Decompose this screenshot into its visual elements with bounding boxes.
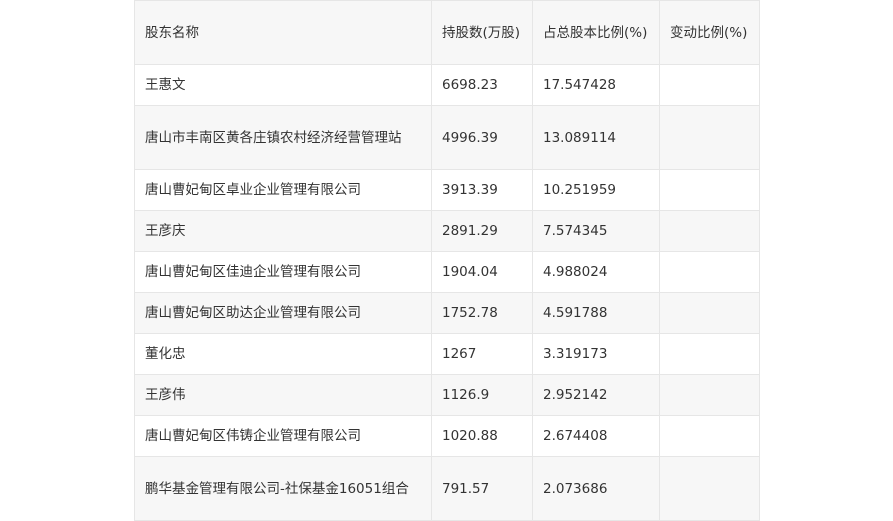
cell-ratio: 4.988024 (532, 251, 660, 293)
cell-change (659, 210, 760, 252)
cell-shares: 1267 (431, 333, 533, 375)
cell-change (659, 64, 760, 106)
shareholder-table: 股东名称 持股数(万股) 占总股本比例(%) 变动比例(%) 王惠文 6698.… (134, 0, 760, 521)
table-row: 唐山曹妃甸区伟铸企业管理有限公司 1020.88 2.674408 (134, 415, 760, 457)
cell-shareholder-name: 王彦庆 (134, 210, 432, 252)
cell-ratio: 2.073686 (532, 456, 660, 521)
cell-change (659, 105, 760, 170)
cell-change (659, 292, 760, 334)
table-row: 唐山曹妃甸区佳迪企业管理有限公司 1904.04 4.988024 (134, 251, 760, 293)
table-header-row: 股东名称 持股数(万股) 占总股本比例(%) 变动比例(%) (134, 0, 760, 65)
cell-shareholder-name: 鹏华基金管理有限公司-社保基金16051组合 (134, 456, 432, 521)
header-ratio: 占总股本比例(%) (532, 0, 660, 65)
cell-shares: 2891.29 (431, 210, 533, 252)
table-row: 唐山市丰南区黄各庄镇农村经济经营管理站 4996.39 13.089114 (134, 105, 760, 170)
table-row: 王彦伟 1126.9 2.952142 (134, 374, 760, 416)
cell-change (659, 333, 760, 375)
cell-shareholder-name: 王彦伟 (134, 374, 432, 416)
cell-shareholder-name: 唐山曹妃甸区佳迪企业管理有限公司 (134, 251, 432, 293)
shareholder-table-container: 股东名称 持股数(万股) 占总股本比例(%) 变动比例(%) 王惠文 6698.… (134, 0, 760, 521)
cell-change (659, 456, 760, 521)
cell-shares: 1752.78 (431, 292, 533, 334)
cell-ratio: 4.591788 (532, 292, 660, 334)
cell-shareholder-name: 董化忠 (134, 333, 432, 375)
cell-shareholder-name: 唐山曹妃甸区卓业企业管理有限公司 (134, 169, 432, 211)
cell-shares: 1904.04 (431, 251, 533, 293)
cell-ratio: 17.547428 (532, 64, 660, 106)
table-row: 董化忠 1267 3.319173 (134, 333, 760, 375)
cell-ratio: 10.251959 (532, 169, 660, 211)
table-row: 鹏华基金管理有限公司-社保基金16051组合 791.57 2.073686 (134, 456, 760, 521)
table-row: 唐山曹妃甸区助达企业管理有限公司 1752.78 4.591788 (134, 292, 760, 334)
header-change: 变动比例(%) (659, 0, 760, 65)
table-row: 王彦庆 2891.29 7.574345 (134, 210, 760, 252)
cell-ratio: 13.089114 (532, 105, 660, 170)
cell-shares: 791.57 (431, 456, 533, 521)
table-row: 唐山曹妃甸区卓业企业管理有限公司 3913.39 10.251959 (134, 169, 760, 211)
cell-ratio: 2.674408 (532, 415, 660, 457)
header-shareholder-name: 股东名称 (134, 0, 432, 65)
cell-shareholder-name: 唐山市丰南区黄各庄镇农村经济经营管理站 (134, 105, 432, 170)
cell-change (659, 169, 760, 211)
cell-shares: 3913.39 (431, 169, 533, 211)
cell-change (659, 251, 760, 293)
cell-shares: 6698.23 (431, 64, 533, 106)
table-row: 王惠文 6698.23 17.547428 (134, 64, 760, 106)
cell-shares: 1126.9 (431, 374, 533, 416)
cell-shareholder-name: 唐山曹妃甸区助达企业管理有限公司 (134, 292, 432, 334)
cell-ratio: 2.952142 (532, 374, 660, 416)
cell-ratio: 3.319173 (532, 333, 660, 375)
cell-ratio: 7.574345 (532, 210, 660, 252)
cell-change (659, 374, 760, 416)
cell-shares: 4996.39 (431, 105, 533, 170)
cell-shares: 1020.88 (431, 415, 533, 457)
cell-shareholder-name: 王惠文 (134, 64, 432, 106)
header-shares: 持股数(万股) (431, 0, 533, 65)
cell-change (659, 415, 760, 457)
cell-shareholder-name: 唐山曹妃甸区伟铸企业管理有限公司 (134, 415, 432, 457)
